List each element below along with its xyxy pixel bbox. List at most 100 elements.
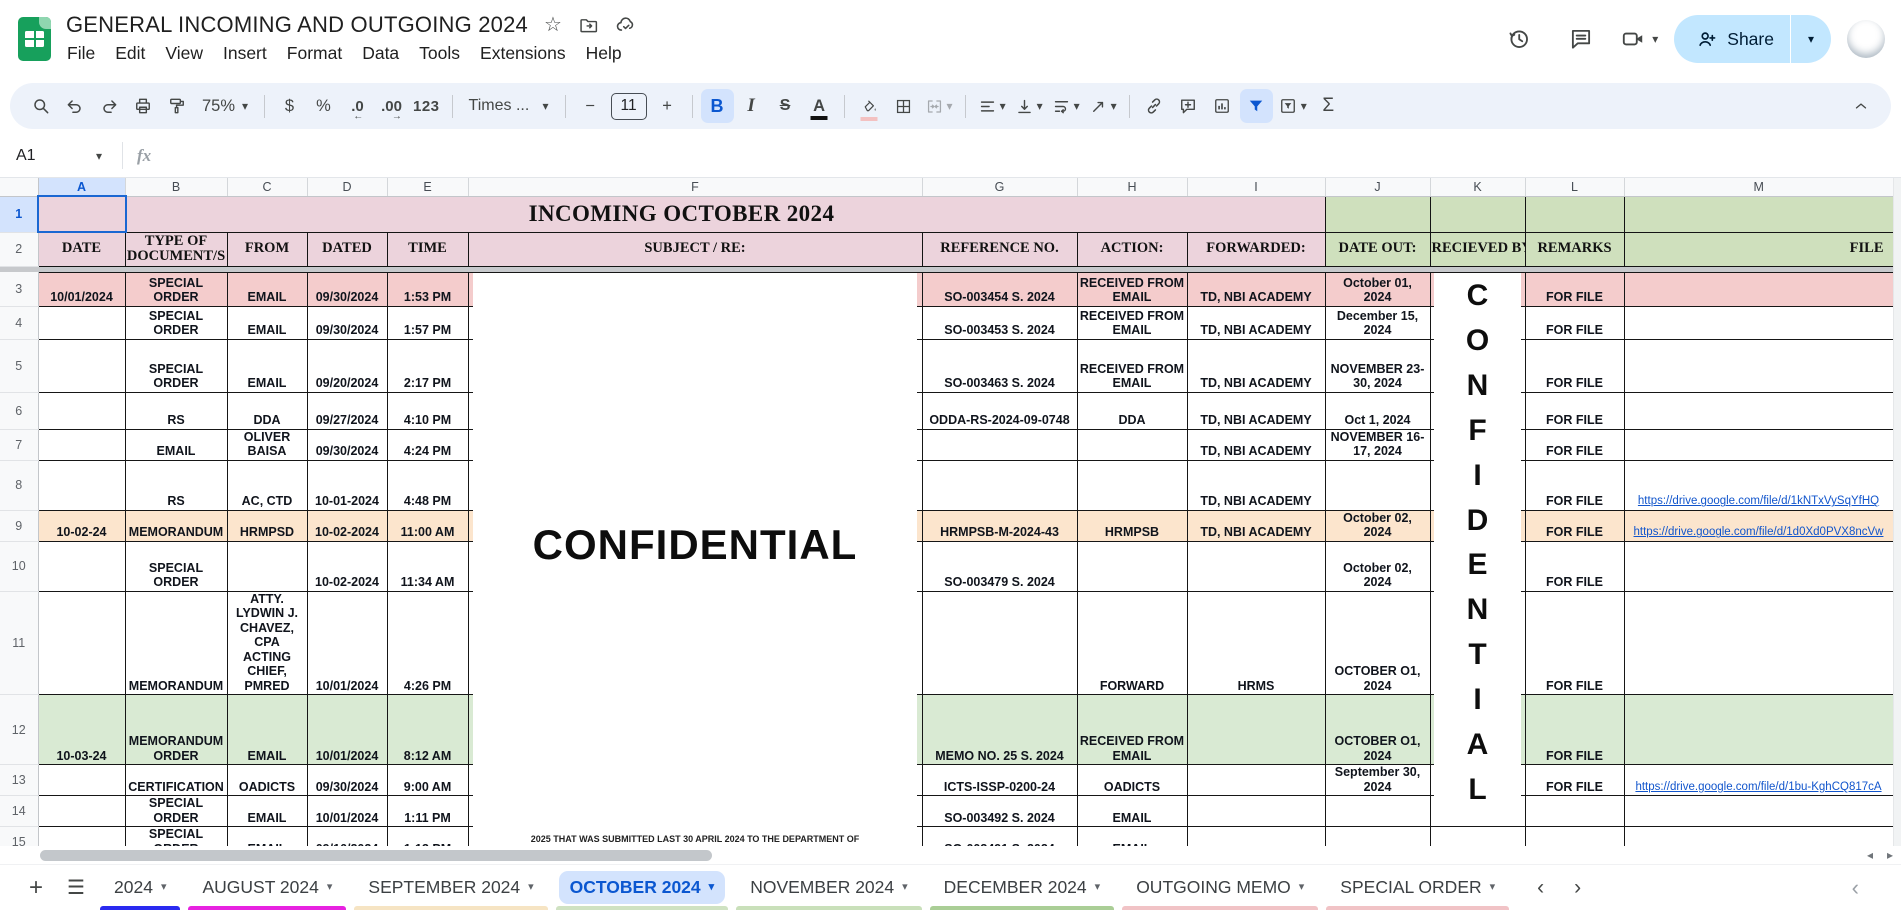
cell-H13[interactable]: OADICTS xyxy=(1076,764,1188,797)
cell-A14[interactable] xyxy=(37,795,126,828)
insert-link-button[interactable] xyxy=(1138,89,1171,123)
cell-C9[interactable]: HRMPSD xyxy=(226,509,308,542)
cell-B14[interactable]: SPECIAL ORDER xyxy=(124,795,228,828)
menu-insert[interactable]: Insert xyxy=(213,41,277,66)
cell-H10[interactable] xyxy=(1076,540,1188,592)
print-button[interactable] xyxy=(126,89,159,123)
redo-button[interactable] xyxy=(92,89,125,123)
comments-icon[interactable] xyxy=(1558,16,1604,62)
cell-D13[interactable]: 09/30/2024 xyxy=(306,764,388,797)
all-sheets-button[interactable]: ☰ xyxy=(56,868,96,908)
cell-D5[interactable]: 09/20/2024 xyxy=(306,338,388,393)
horizontal-scrollbar[interactable]: ◂ ▸ xyxy=(0,846,1901,864)
increase-decimal-button[interactable]: .00 → xyxy=(375,89,408,123)
row-header-2[interactable]: 2 xyxy=(0,232,39,267)
row-header-4[interactable]: 4 xyxy=(0,306,39,340)
cell-C14[interactable]: EMAIL xyxy=(226,795,308,828)
cell-E7[interactable]: 4:24 PM xyxy=(386,428,469,461)
cell-G10[interactable]: SO-003479 S. 2024 xyxy=(921,540,1078,592)
sheet-tab-october-2024[interactable]: OCTOBER 2024 ▾ xyxy=(552,865,733,910)
cell-L5[interactable]: FOR FILE xyxy=(1524,338,1625,393)
cell-G5[interactable]: SO-003463 S. 2024 xyxy=(921,338,1078,393)
table-header-date-out[interactable]: DATE OUT: xyxy=(1324,231,1431,267)
column-header-M[interactable]: M xyxy=(1623,178,1893,197)
document-status-cloud-icon[interactable] xyxy=(615,14,637,36)
vertical-align-button[interactable]: ▾ xyxy=(1011,89,1047,123)
cell-J6[interactable]: Oct 1, 2024 xyxy=(1324,391,1431,430)
cell-H9[interactable]: HRMPSB xyxy=(1076,509,1188,542)
strikethrough-button[interactable]: S xyxy=(769,89,802,123)
cell-E12[interactable]: 8:12 AM xyxy=(386,694,469,766)
column-header-L[interactable]: L xyxy=(1524,178,1624,197)
column-header-I[interactable]: I xyxy=(1186,178,1325,197)
cell-E6[interactable]: 4:10 PM xyxy=(386,391,469,430)
cell-M10[interactable] xyxy=(1623,540,1894,592)
cell-E10[interactable]: 11:34 AM xyxy=(386,540,469,592)
cell-D8[interactable]: 10-01-2024 xyxy=(306,459,388,511)
cell-D4[interactable]: 09/30/2024 xyxy=(306,305,388,340)
cell-I15[interactable] xyxy=(1186,826,1326,846)
cell-H11[interactable]: FORWARD xyxy=(1076,590,1188,696)
table-header-from[interactable]: FROM xyxy=(226,231,308,267)
cell-C10[interactable] xyxy=(226,540,308,592)
cell-J12[interactable]: OCTOBER O1, 2024 xyxy=(1324,694,1431,766)
scroll-left-icon[interactable]: ◂ xyxy=(1867,848,1873,862)
table-header-recieved-by[interactable]: RECIEVED BY: xyxy=(1429,231,1526,267)
cell-I11[interactable]: HRMS xyxy=(1186,590,1326,696)
menu-format[interactable]: Format xyxy=(277,41,352,66)
column-header-C[interactable]: C xyxy=(226,178,307,197)
cell-L4[interactable]: FOR FILE xyxy=(1524,305,1625,340)
cell-I14[interactable] xyxy=(1186,795,1326,828)
cell-D9[interactable]: 10-02-2024 xyxy=(306,509,388,542)
menu-data[interactable]: Data xyxy=(352,41,409,66)
name-box[interactable]: A1 ▾ xyxy=(16,147,102,165)
menu-file[interactable]: File xyxy=(57,41,105,66)
drive-file-link[interactable]: https://drive.google.com/file/d/1bu-KghC… xyxy=(1635,781,1881,793)
cell-M3[interactable] xyxy=(1623,271,1894,307)
cell-E11[interactable]: 4:26 PM xyxy=(386,590,469,696)
cell-C3[interactable]: EMAIL xyxy=(226,271,308,307)
cell-L3[interactable]: FOR FILE xyxy=(1524,271,1625,307)
cell-L12[interactable]: FOR FILE xyxy=(1524,694,1625,766)
cell-D7[interactable]: 09/30/2024 xyxy=(306,428,388,461)
horizontal-scrollbar-thumb[interactable] xyxy=(40,850,712,861)
cell-G11[interactable] xyxy=(921,590,1078,696)
cell-G4[interactable]: SO-003453 S. 2024 xyxy=(921,305,1078,340)
cell-J5[interactable]: NOVEMBER 23-30, 2024 xyxy=(1324,338,1431,393)
text-color-button[interactable]: A xyxy=(803,89,836,123)
cell-H12[interactable]: RECEIVED FROM EMAIL xyxy=(1076,694,1188,766)
column-header-J[interactable]: J xyxy=(1324,178,1430,197)
meet-dropdown-caret-icon[interactable]: ▾ xyxy=(1652,33,1658,45)
table-header-dated[interactable]: DATED xyxy=(306,231,388,267)
cell-G3[interactable]: SO-003454 S. 2024 xyxy=(921,271,1078,307)
cell-K15[interactable] xyxy=(1429,826,1526,846)
cell-B8[interactable]: RS xyxy=(124,459,228,511)
text-rotation-button[interactable]: ▾ xyxy=(1085,89,1121,123)
side-panel-collapse-icon[interactable]: ‹ xyxy=(1852,875,1859,901)
meet-video-icon[interactable]: ▾ xyxy=(1620,26,1658,52)
cell-K1[interactable] xyxy=(1429,195,1526,233)
increase-font-size-button[interactable]: + xyxy=(651,89,684,123)
cell-C7[interactable]: OLIVER BAISA xyxy=(226,428,308,461)
cell-A4[interactable] xyxy=(37,305,126,340)
cell-M4[interactable] xyxy=(1623,305,1894,340)
cell-A13[interactable] xyxy=(37,764,126,797)
cell-M12[interactable] xyxy=(1623,694,1894,766)
cell-J11[interactable]: OCTOBER O1, 2024 xyxy=(1324,590,1431,696)
cell-I9[interactable]: TD, NBI ACADEMY xyxy=(1186,509,1326,542)
cell-I7[interactable]: TD, NBI ACADEMY xyxy=(1186,428,1326,461)
row-header-15[interactable]: 15 xyxy=(0,826,39,846)
cell-A15[interactable] xyxy=(37,826,126,846)
drive-file-link[interactable]: https://drive.google.com/file/d/1kNTxVyS… xyxy=(1638,495,1879,507)
cell-I10[interactable] xyxy=(1186,540,1326,592)
column-header-A[interactable]: A xyxy=(37,178,125,197)
search-icon[interactable] xyxy=(24,89,57,123)
cell-B11[interactable]: MEMORANDUM xyxy=(124,590,228,696)
cell-A5[interactable] xyxy=(37,338,126,393)
move-folder-icon[interactable] xyxy=(578,15,599,36)
menu-help[interactable]: Help xyxy=(576,41,632,66)
sheet-tab-november-2024[interactable]: NOVEMBER 2024 ▾ xyxy=(732,865,925,910)
cell-M11[interactable] xyxy=(1623,590,1894,696)
cell-B6[interactable]: RS xyxy=(124,391,228,430)
cell-L8[interactable]: FOR FILE xyxy=(1524,459,1625,511)
